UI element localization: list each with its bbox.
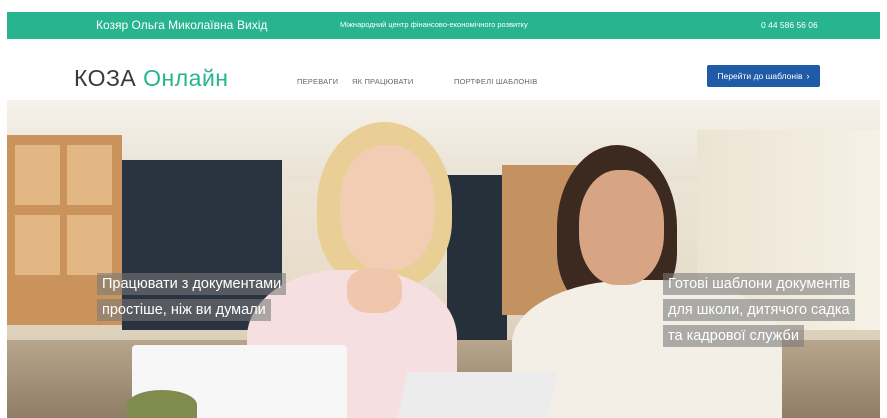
hero-left-caption-line-1: Працювати з документами <box>97 273 287 295</box>
chevron-right-icon: › <box>806 71 810 81</box>
user-name[interactable]: Козяр Ольга Миколаївна <box>96 18 233 32</box>
woman-left-hand <box>347 268 402 313</box>
hero-banner: Працювати з документами простіше, ніж ви… <box>7 100 880 418</box>
logo-part-1: КОЗА <box>74 65 137 91</box>
site-logo[interactable]: КОЗА Онлайн <box>74 66 229 90</box>
top-bar: Козяр Ольга Миколаївна Вихід Міжнародний… <box>7 12 880 39</box>
nav-item-advantages[interactable]: ПЕРЕВАГИ <box>297 77 338 86</box>
go-to-templates-button[interactable]: Перейти до шаблонів › <box>707 65 820 87</box>
hero-left-caption-line-2: простіше, ніж ви думали <box>97 299 271 321</box>
nav-item-how-to-work[interactable]: ЯК ПРАЦЮВАТИ <box>352 77 413 86</box>
hero-right-caption-line-2: для школи, дитячого садка <box>663 299 855 321</box>
hero-right-caption-line-1: Готові шаблони документів <box>663 273 856 295</box>
phone-number: 0 44 586 56 06 <box>761 20 818 30</box>
go-to-templates-label: Перейти до шаблонів <box>717 71 803 81</box>
hero-right-caption-line-3: та кадрової служби <box>663 325 804 347</box>
plant <box>127 390 197 418</box>
woman-left-face <box>340 145 435 270</box>
woman-right-face <box>579 170 664 285</box>
logout-link[interactable]: Вихід <box>237 18 267 32</box>
nav-item-template-portfolios[interactable]: ПОРТФЕЛІ ШАБЛОНІВ <box>454 77 537 86</box>
main-navigation: КОЗА Онлайн ПЕРЕВАГИ ЯК ПРАЦЮВАТИ ПОРТФЕ… <box>0 40 887 100</box>
laptop-right <box>396 372 558 418</box>
hero-shelf-left <box>7 135 122 325</box>
organization-name: Міжнародний центр фінансово-економічного… <box>340 20 528 29</box>
logo-part-2: Онлайн <box>143 65 229 91</box>
